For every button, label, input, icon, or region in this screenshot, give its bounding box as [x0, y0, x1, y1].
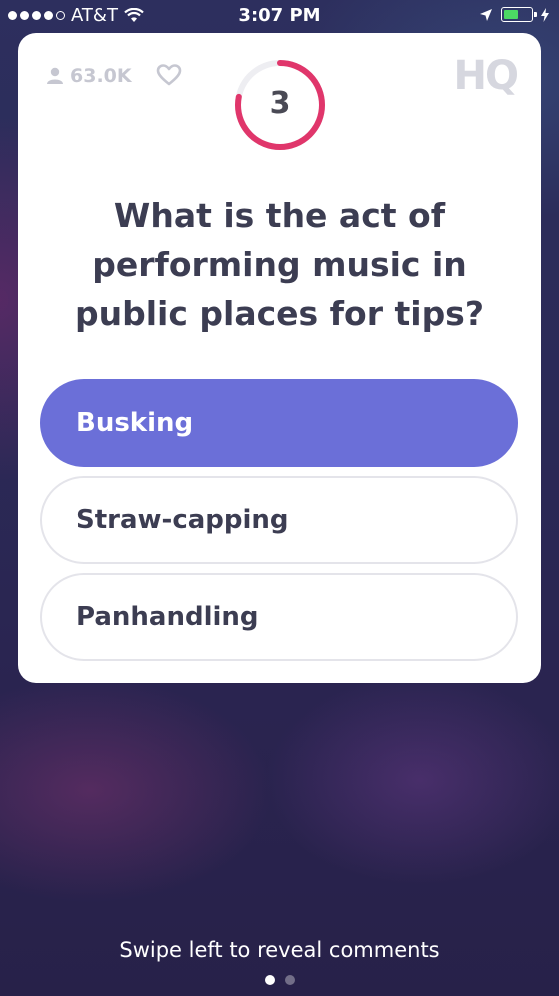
answer-option-2[interactable]: Straw-capping — [40, 476, 518, 564]
countdown-timer: 3 — [232, 57, 328, 153]
status-right — [479, 7, 549, 22]
battery-fill — [504, 10, 518, 19]
hq-logo: HQ — [453, 53, 519, 99]
page-dot-2[interactable] — [284, 975, 295, 985]
answer-option-3[interactable]: Panhandling — [40, 573, 518, 661]
answer-label: Panhandling — [76, 602, 259, 632]
answer-label: Straw-capping — [76, 505, 289, 535]
viewer-count-label: 63.0K — [70, 65, 132, 87]
swipe-hint: Swipe left to reveal comments — [119, 938, 440, 962]
charging-bolt-icon — [541, 7, 549, 22]
page-indicator[interactable] — [0, 975, 559, 985]
question-card: 63.0K 3 HQ What is the act of performing… — [18, 33, 541, 683]
viewer-count: 63.0K — [46, 65, 132, 87]
status-time: 3:07 PM — [238, 5, 321, 26]
answer-option-1[interactable]: Busking — [40, 379, 518, 467]
question-text: What is the act of performing music in p… — [75, 196, 484, 333]
answer-label: Busking — [76, 408, 194, 438]
page-dot-1[interactable] — [264, 975, 275, 985]
status-bar: AT&T 3:07 PM — [0, 0, 559, 32]
user-icon — [47, 67, 63, 84]
heart-icon[interactable] — [156, 63, 182, 87]
battery-icon — [501, 7, 537, 22]
location-arrow-icon — [480, 8, 492, 21]
timer-number: 3 — [269, 86, 291, 121]
